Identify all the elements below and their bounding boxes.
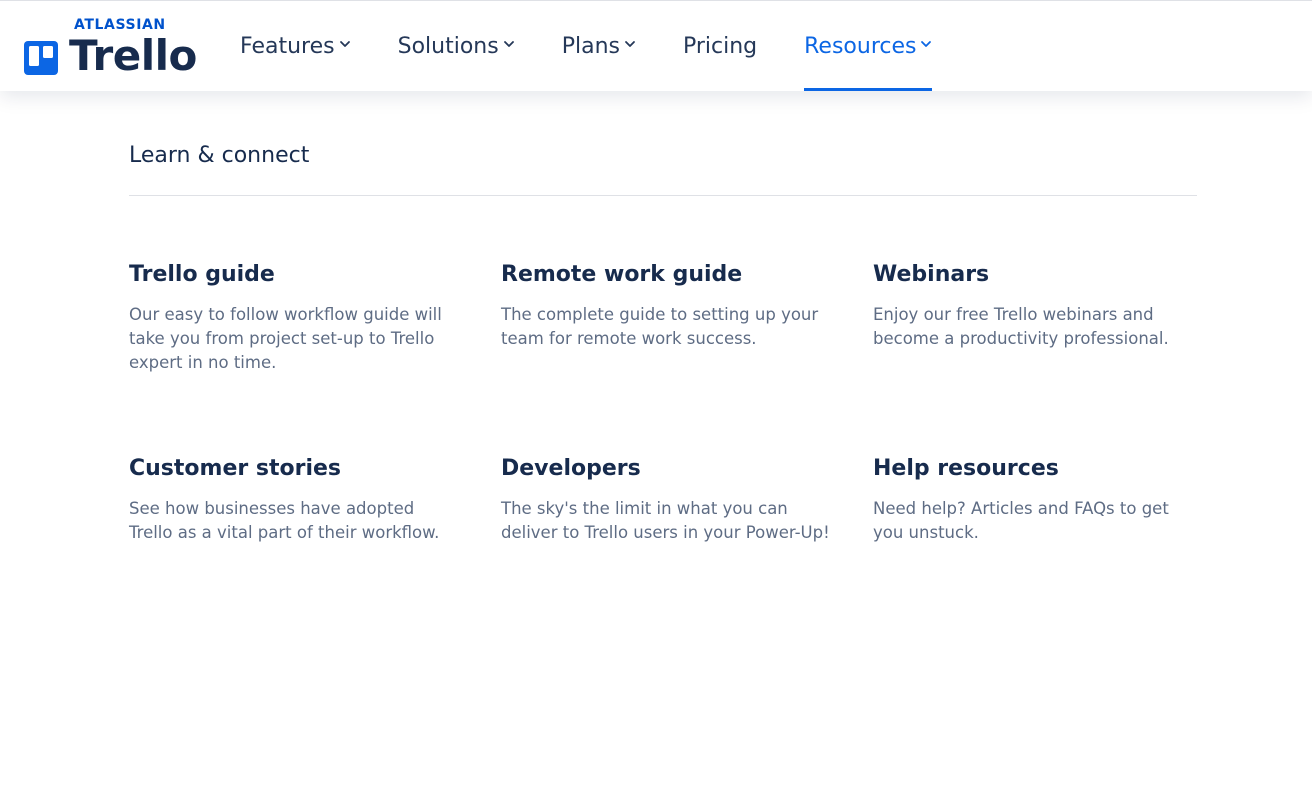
nav-resources-label: Resources bbox=[804, 33, 917, 59]
trello-board-icon bbox=[24, 41, 58, 75]
nav-features[interactable]: Features bbox=[240, 1, 351, 91]
card-title: Webinars bbox=[873, 262, 990, 287]
nav-plans[interactable]: Plans bbox=[562, 1, 636, 91]
main-nav: Features Solutions Plans Pricing Resourc… bbox=[240, 1, 933, 91]
card-webinars[interactable]: Webinars Enjoy our free Trello webinars … bbox=[873, 261, 1203, 351]
chevron-down-icon bbox=[921, 41, 932, 47]
chevron-down-icon bbox=[503, 41, 514, 47]
card-help-resources[interactable]: Help resources Need help? Articles and F… bbox=[873, 455, 1203, 545]
nav-resources[interactable]: Resources bbox=[804, 1, 933, 91]
trello-logo-link[interactable]: ATLASSIAN Trello bbox=[24, 17, 197, 80]
nav-solutions-label: Solutions bbox=[397, 33, 499, 59]
nav-pricing-label: Pricing bbox=[682, 33, 758, 59]
trello-wordmark: Trello bbox=[69, 31, 197, 80]
card-title: Help resources bbox=[873, 456, 1059, 481]
nav-plans-label: Plans bbox=[561, 33, 620, 59]
card-remote-work-guide[interactable]: Remote work guide The complete guide to … bbox=[501, 261, 831, 351]
chevron-down-icon bbox=[339, 41, 350, 47]
card-description: Need help? Articles and FAQs to get you … bbox=[873, 499, 1169, 542]
nav-pricing[interactable]: Pricing bbox=[683, 1, 757, 91]
resources-dropdown-panel: Learn & connect Trello guide Our easy to… bbox=[0, 91, 1312, 803]
card-customer-stories[interactable]: Customer stories See how businesses have… bbox=[129, 455, 459, 545]
card-description: See how businesses have adopted Trello a… bbox=[129, 499, 440, 542]
card-trello-guide[interactable]: Trello guide Our easy to follow workflow… bbox=[129, 261, 459, 375]
card-description: Enjoy our free Trello webinars and becom… bbox=[873, 305, 1169, 348]
card-description: Our easy to follow workflow guide will t… bbox=[129, 305, 442, 372]
chevron-down-icon bbox=[625, 41, 635, 47]
nav-solutions[interactable]: Solutions bbox=[398, 1, 515, 91]
card-title: Remote work guide bbox=[501, 262, 743, 287]
card-description: The complete guide to setting up your te… bbox=[501, 305, 819, 348]
page: ATLASSIAN Trello Features Solutions Plan… bbox=[0, 0, 1312, 803]
divider bbox=[129, 195, 1197, 196]
panel-title: Learn & connect bbox=[129, 143, 310, 168]
nav-features-label: Features bbox=[240, 33, 335, 59]
card-title: Trello guide bbox=[129, 262, 275, 287]
card-title: Customer stories bbox=[129, 456, 342, 481]
top-navigation-bar: ATLASSIAN Trello Features Solutions Plan… bbox=[0, 1, 1312, 91]
card-description: The sky's the limit in what you can deli… bbox=[501, 499, 830, 542]
card-developers[interactable]: Developers The sky's the limit in what y… bbox=[501, 455, 831, 545]
card-title: Developers bbox=[501, 456, 641, 481]
